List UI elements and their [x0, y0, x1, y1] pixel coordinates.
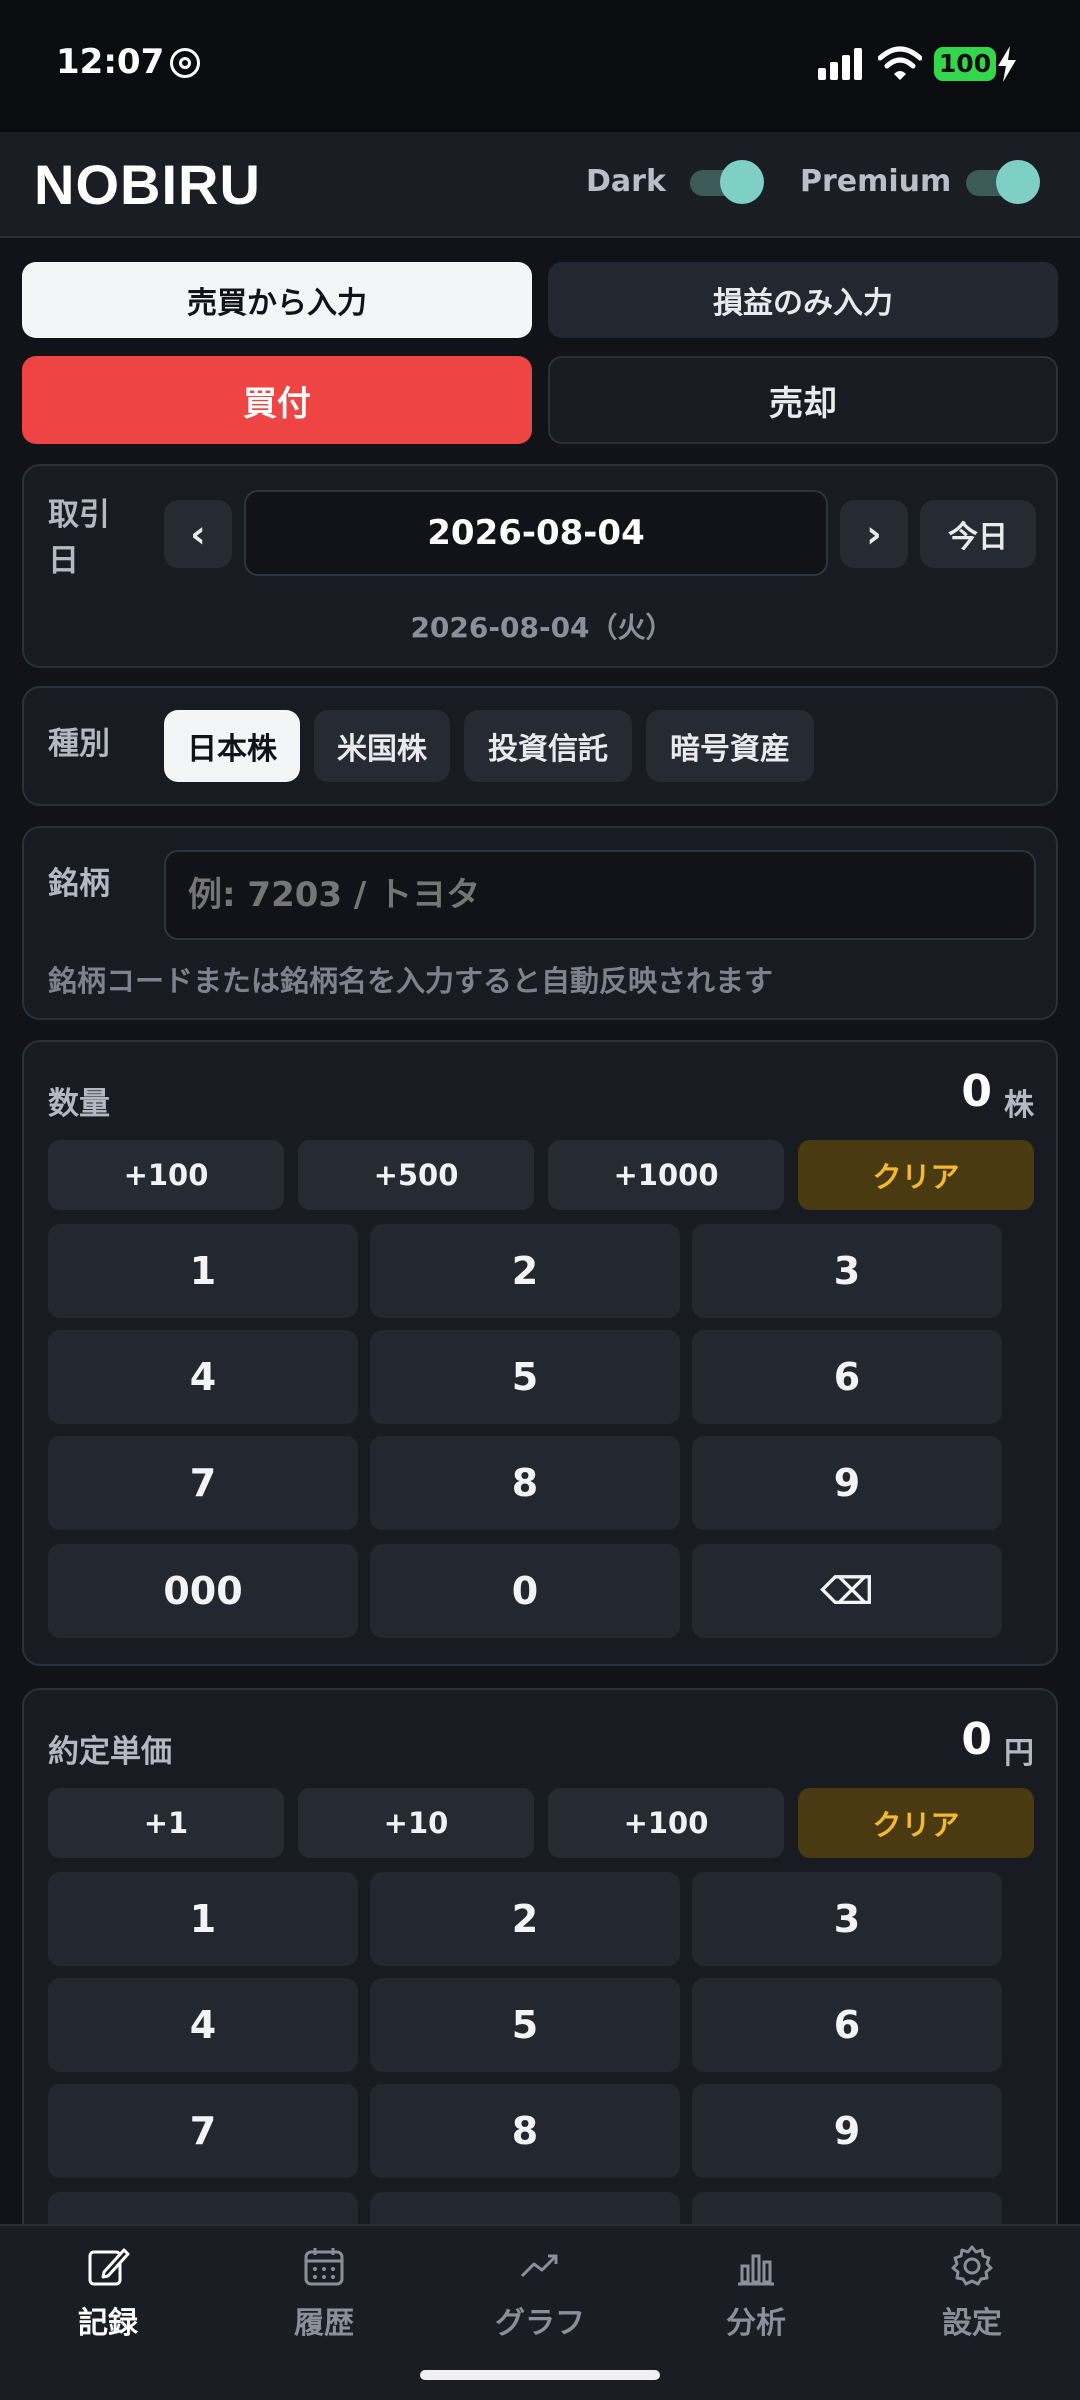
category-card: 種別 日本株 米国株 投資信託 暗号資産 [22, 686, 1058, 806]
category-crypto[interactable]: 暗号資産 [646, 710, 814, 782]
quantity-unit: 株 [1004, 1088, 1034, 1123]
price-key-8[interactable]: 8 [370, 2084, 680, 2178]
price-value: 0 [961, 1714, 992, 1765]
date-label: 取引日 [48, 497, 110, 579]
category-us-stock[interactable]: 米国株 [314, 710, 450, 782]
sell-button[interactable]: 売却 [548, 356, 1058, 444]
quantity-key-2[interactable]: 2 [370, 1224, 680, 1318]
tab-settings-label: 設定 [942, 2306, 1002, 2341]
quantity-clear-button[interactable]: クリア [798, 1140, 1034, 1210]
tab-settings[interactable]: 設定 [864, 2244, 1080, 2354]
trend-icon [520, 2254, 558, 2278]
date-weekday-text: 2026-08-04（火） [410, 611, 674, 644]
tab-history-label: 履歴 [294, 2306, 354, 2341]
symbol-input[interactable] [164, 850, 1036, 940]
backspace-icon[interactable]: ⌫ [692, 1544, 1002, 1638]
tab-analysis[interactable]: 分析 [648, 2244, 864, 2354]
date-input[interactable]: 2026-08-04 [244, 490, 828, 576]
quantity-key-5[interactable]: 5 [370, 1330, 680, 1424]
quantity-key-9[interactable]: 9 [692, 1436, 1002, 1530]
price-label: 約定単価 [48, 1734, 172, 1770]
price-key-1[interactable]: 1 [48, 1872, 358, 1966]
premium-toggle[interactable] [966, 160, 1040, 204]
home-indicator [420, 2370, 660, 2380]
symbol-card: 銘柄 銘柄コードまたは銘柄名を入力すると自動反映されます [22, 826, 1058, 1020]
price-plus-100[interactable]: +100 [548, 1788, 784, 1858]
buy-button[interactable]: 買付 [22, 356, 532, 444]
bar-chart-icon [738, 2254, 774, 2286]
today-button[interactable]: 今日 [920, 500, 1036, 568]
quantity-key-6[interactable]: 6 [692, 1330, 1002, 1424]
tab-pnl-input[interactable]: 損益のみ入力 [548, 262, 1058, 338]
focus-icon [170, 48, 200, 78]
quantity-key-8[interactable]: 8 [370, 1436, 680, 1530]
price-plus-10[interactable]: +10 [298, 1788, 534, 1858]
price-key-6[interactable]: 6 [692, 1978, 1002, 2072]
quantity-key-1[interactable]: 1 [48, 1224, 358, 1318]
price-key-7[interactable]: 7 [48, 2084, 358, 2178]
symbol-hint: 銘柄コードまたは銘柄名を入力すると自動反映されます [48, 964, 774, 998]
category-jp-stock[interactable]: 日本株 [164, 710, 300, 782]
price-clear-button[interactable]: クリア [798, 1788, 1034, 1858]
quantity-key-4[interactable]: 4 [48, 1330, 358, 1424]
quantity-plus-100[interactable]: +100 [48, 1140, 284, 1210]
category-label: 種別 [48, 726, 110, 762]
price-key-9[interactable]: 9 [692, 2084, 1002, 2178]
quantity-plus-500[interactable]: +500 [298, 1140, 534, 1210]
prev-day-button[interactable]: ‹ [164, 500, 232, 568]
quantity-key-3[interactable]: 3 [692, 1224, 1002, 1318]
tab-history[interactable]: 履歴 [216, 2244, 432, 2354]
premium-label: Premium [800, 164, 952, 199]
price-unit: 円 [1004, 1736, 1034, 1771]
edit-icon [88, 2248, 130, 2286]
quantity-key-7[interactable]: 7 [48, 1436, 358, 1530]
calendar-icon [304, 2248, 344, 2286]
tab-trade-input[interactable]: 売買から入力 [22, 262, 532, 338]
tab-record[interactable]: 記録 [0, 2244, 216, 2354]
tab-record-label: 記録 [78, 2306, 138, 2341]
signal-icon [818, 48, 864, 80]
app-header: NOBIRU Dark Premium [0, 132, 1080, 238]
price-key-4[interactable]: 4 [48, 1978, 358, 2072]
status-time: 12:07 [56, 42, 165, 82]
price-key-5[interactable]: 5 [370, 1978, 680, 2072]
tab-graph-label: グラフ [495, 2306, 585, 2341]
quantity-value: 0 [961, 1066, 992, 1117]
price-plus-1[interactable]: +1 [48, 1788, 284, 1858]
dark-label: Dark [586, 164, 666, 199]
quantity-label: 数量 [48, 1086, 110, 1122]
next-day-button[interactable]: › [840, 500, 908, 568]
tab-graph[interactable]: グラフ [432, 2244, 648, 2354]
price-key-2[interactable]: 2 [370, 1872, 680, 1966]
status-bar: 12:07 100 [0, 0, 1080, 132]
app-logo: NOBIRU [34, 153, 261, 216]
quantity-key-000[interactable]: 000 [48, 1544, 358, 1638]
quantity-plus-1000[interactable]: +1000 [548, 1140, 784, 1210]
price-card: 約定単価 0 円 +1 +10 +100 クリア 1 2 3 4 5 6 7 8… [22, 1688, 1058, 2286]
gear-icon [951, 2245, 993, 2286]
quantity-card: 数量 0 株 +100 +500 +1000 クリア 1 2 3 4 5 6 7… [22, 1040, 1058, 1666]
date-card: 取引日 ‹ 2026-08-04 › 今日 2026-08-04（火） [22, 464, 1058, 668]
charging-icon [998, 46, 1016, 82]
tab-analysis-label: 分析 [726, 2306, 786, 2341]
dark-toggle[interactable] [690, 160, 764, 204]
category-fund[interactable]: 投資信託 [464, 710, 632, 782]
quantity-key-0[interactable]: 0 [370, 1544, 680, 1638]
price-key-3[interactable]: 3 [692, 1872, 1002, 1966]
symbol-label: 銘柄 [48, 866, 110, 902]
wifi-icon [878, 46, 922, 80]
battery-level: 100 [934, 47, 996, 81]
